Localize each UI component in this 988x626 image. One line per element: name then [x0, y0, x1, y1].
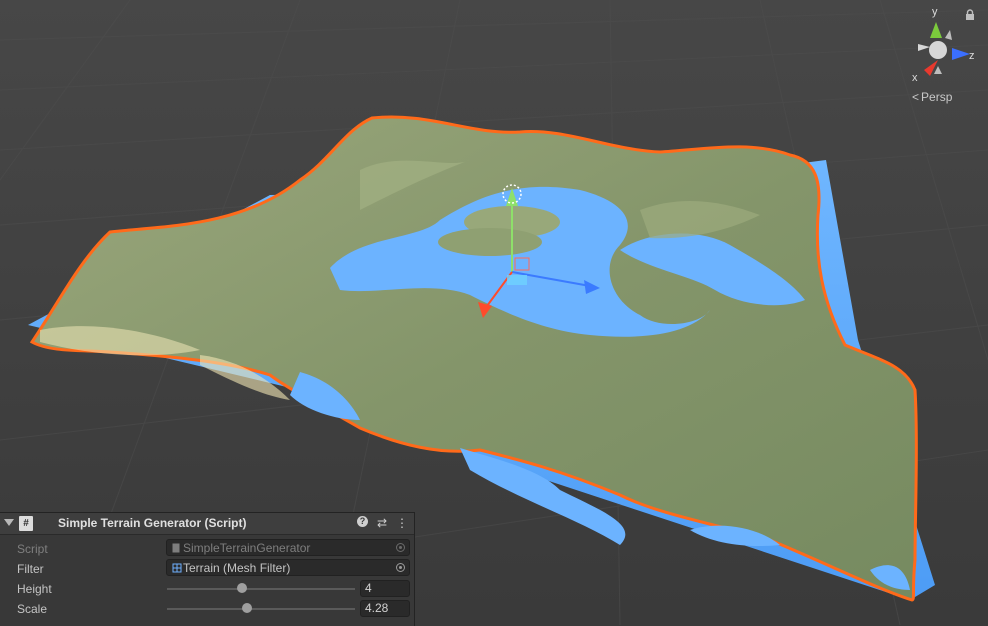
- filter-field[interactable]: Terrain (Mesh Filter): [166, 559, 410, 576]
- height-slider-thumb[interactable]: [237, 583, 248, 593]
- object-picker-icon: [396, 543, 405, 552]
- scale-slider-track[interactable]: [167, 608, 355, 610]
- scale-value-field[interactable]: 4.28: [360, 600, 410, 617]
- chevron-left-icon: <: [912, 90, 920, 104]
- script-field-row: Script SimpleTerrainGenerator: [0, 539, 414, 559]
- filter-field-value: Terrain (Mesh Filter): [183, 561, 291, 575]
- lock-icon[interactable]: [964, 9, 976, 21]
- filter-field-row: Filter Terrain (Mesh Filter): [0, 559, 414, 579]
- component-header[interactable]: # Simple Terrain Generator (Script) ? ⇄ …: [0, 513, 414, 535]
- scale-slider-row: Scale 4.28: [0, 599, 414, 619]
- height-value-field[interactable]: 4: [360, 580, 410, 597]
- presets-icon[interactable]: ⇄: [377, 516, 387, 530]
- scale-label: Scale: [17, 602, 48, 616]
- script-field: SimpleTerrainGenerator: [166, 539, 410, 556]
- script-field-value: SimpleTerrainGenerator: [183, 541, 311, 555]
- inspector-component: # Simple Terrain Generator (Script) ? ⇄ …: [0, 512, 415, 626]
- y-axis-label: y: [932, 6, 938, 18]
- kebab-menu-icon[interactable]: ⋮: [396, 516, 408, 530]
- help-icon[interactable]: ?: [356, 516, 368, 527]
- filter-field-label: Filter: [17, 562, 44, 576]
- z-axis-label: z: [969, 50, 975, 62]
- height-slider-track[interactable]: [167, 588, 355, 590]
- script-file-icon: [172, 543, 180, 553]
- object-picker-icon[interactable]: [396, 563, 405, 572]
- component-title: Simple Terrain Generator (Script): [58, 516, 247, 530]
- scale-slider-thumb[interactable]: [242, 603, 253, 613]
- x-axis-label: x: [912, 72, 918, 84]
- script-field-label: Script: [17, 542, 48, 556]
- mesh-filter-icon: [172, 563, 182, 573]
- projection-label: Persp: [921, 90, 953, 104]
- script-icon: #: [19, 516, 33, 531]
- height-slider-row: Height 4: [0, 579, 414, 599]
- foldout-arrow-icon[interactable]: [4, 519, 14, 526]
- projection-toggle[interactable]: < Persp: [912, 90, 952, 104]
- height-label: Height: [17, 582, 52, 596]
